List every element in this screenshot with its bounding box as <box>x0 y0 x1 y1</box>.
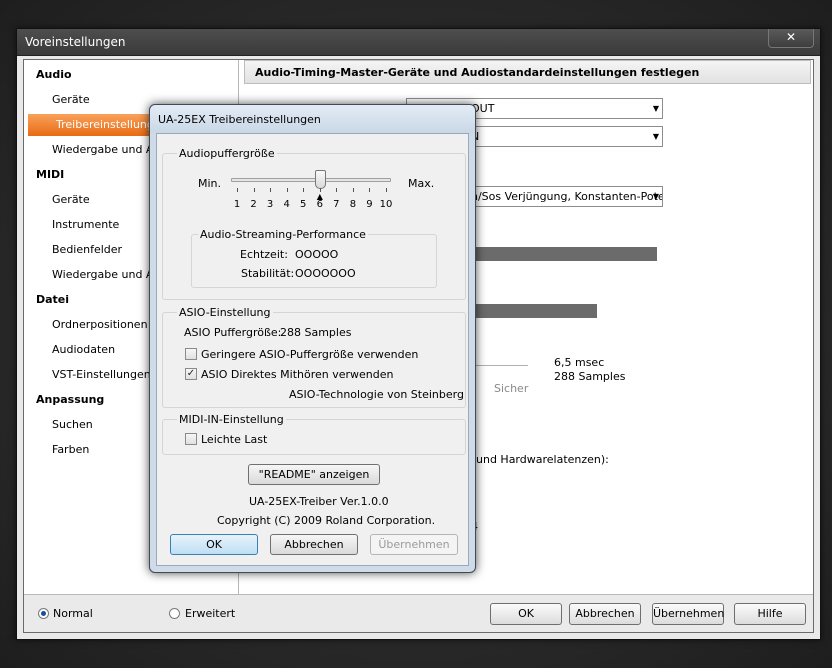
asio-settings-title: ASIO-Einstellung <box>177 306 273 319</box>
dialog-apply-button[interactable]: Übernehmen <box>370 534 458 555</box>
asio-credit: ASIO-Technologie von Steinberg <box>289 388 464 401</box>
buffer-slider-track[interactable] <box>231 178 391 182</box>
slider-tick-label: 2 <box>250 199 257 210</box>
chevron-down-icon: ▼ <box>652 132 659 141</box>
close-icon: ✕ <box>785 30 797 44</box>
slider-selection-caret-icon: ▲ <box>316 192 323 201</box>
latency-ms: 6,5 msec <box>554 356 605 369</box>
slider-tick-label: 9 <box>366 199 373 210</box>
bottom-bar: Normal Erweitert OK Abbrechen Übernehmen… <box>24 594 813 632</box>
panel-header: Audio-Timing-Master-Geräte und Audiostan… <box>244 60 811 84</box>
dialog-cancel-button[interactable]: Abbrechen <box>270 534 358 555</box>
slider-tick-label: 1 <box>233 199 241 210</box>
close-button[interactable]: ✕ <box>768 29 814 48</box>
slider-tick-label: 3 <box>266 199 274 210</box>
slider-tick <box>286 188 288 192</box>
slider-tick <box>303 188 305 192</box>
dialog-title-bar[interactable]: UA-25EX Treibereinstellungen <box>150 105 475 133</box>
dialog-ok-button[interactable]: OK <box>170 534 258 555</box>
slider-tick <box>270 188 272 192</box>
slider-tick <box>386 188 387 192</box>
chevron-down-icon: ▼ <box>652 104 659 113</box>
asio-buffer-value: 288 Samples <box>280 326 352 339</box>
checkmark-icon: ✓ <box>186 368 196 379</box>
slider-tick <box>237 188 238 192</box>
slider-tick-label: 7 <box>333 199 340 210</box>
driver-version: UA-25EX-Treiber Ver.1.0.0 <box>249 495 389 508</box>
hw-latency-text: und Hardwarelatenzen): <box>476 453 609 466</box>
radio-advanced[interactable] <box>169 608 180 619</box>
tree-category-audio[interactable]: Audio <box>24 64 239 86</box>
midi-in-title: MIDI-IN-Einstellung <box>177 413 286 426</box>
buffer-slider-thumb[interactable] <box>314 170 326 189</box>
chevron-down-icon: ▼ <box>652 192 659 201</box>
slider-tick <box>352 188 354 192</box>
help-button[interactable]: Hilfe <box>734 603 806 625</box>
slider-tick <box>336 188 338 192</box>
asio-buffer-label: ASIO Puffergröße: <box>184 326 282 339</box>
buffer-size-group-title: Audiopuffergröße <box>177 147 277 160</box>
slider-tick-label: 10 <box>379 199 393 210</box>
radio-normal-label[interactable]: Normal <box>53 607 93 620</box>
cancel-button[interactable]: Abbrechen <box>569 603 641 625</box>
copyright-text: Copyright (C) 2009 Roland Corporation. <box>217 514 436 527</box>
smaller-buffer-label[interactable]: Geringere ASIO-Puffergröße verwenden <box>201 348 418 361</box>
slider-min-label: Min. <box>198 177 222 190</box>
stability-label: Stabilität: <box>241 267 295 280</box>
driver-settings-dialog: UA-25EX Treibereinstellungen Audiopuffer… <box>149 104 476 573</box>
apply-button[interactable]: Übernehmen <box>652 603 724 625</box>
streaming-performance-title: Audio-Streaming-Performance <box>198 228 368 241</box>
stability-value: OOOOOOO <box>295 267 356 280</box>
radio-normal[interactable] <box>38 608 49 619</box>
panel-header-text: Audio-Timing-Master-Geräte und Audiostan… <box>255 66 700 79</box>
readme-button[interactable]: "README" anzeigen <box>248 464 380 485</box>
safe-label: Sicher <box>494 382 529 395</box>
slider-tick-label: 5 <box>300 199 307 210</box>
smaller-buffer-checkbox[interactable] <box>185 348 197 360</box>
radio-selected-dot <box>41 611 46 616</box>
realtime-value: OOOOO <box>295 248 339 261</box>
slider-tick <box>369 188 371 192</box>
light-load-label[interactable]: Leichte Last <box>201 433 267 446</box>
direct-monitoring-checkbox[interactable]: ✓ <box>185 368 197 380</box>
slider-tick-label: 8 <box>349 199 357 210</box>
window-title: Voreinstellungen <box>25 35 126 49</box>
latency-samples: 288 Samples <box>554 370 626 383</box>
dialog-title: UA-25EX Treibereinstellungen <box>158 113 321 126</box>
title-bar[interactable]: Voreinstellungen ✕ <box>17 29 820 56</box>
slider-max-label: Max. <box>408 177 435 190</box>
ok-button[interactable]: OK <box>490 603 562 625</box>
light-load-checkbox[interactable] <box>185 433 197 445</box>
slider-tick <box>253 188 255 192</box>
direct-monitoring-label[interactable]: ASIO Direktes Mithören verwenden <box>201 368 394 381</box>
realtime-label: Echtzeit: <box>240 248 288 261</box>
slider-tick-label: 4 <box>283 199 290 210</box>
radio-advanced-label[interactable]: Erweitert <box>185 607 235 620</box>
dialog-body: Audiopuffergröße Min. Max. 1 2 3 4 5 6 7 8 9 10 ▲ … <box>156 133 469 566</box>
